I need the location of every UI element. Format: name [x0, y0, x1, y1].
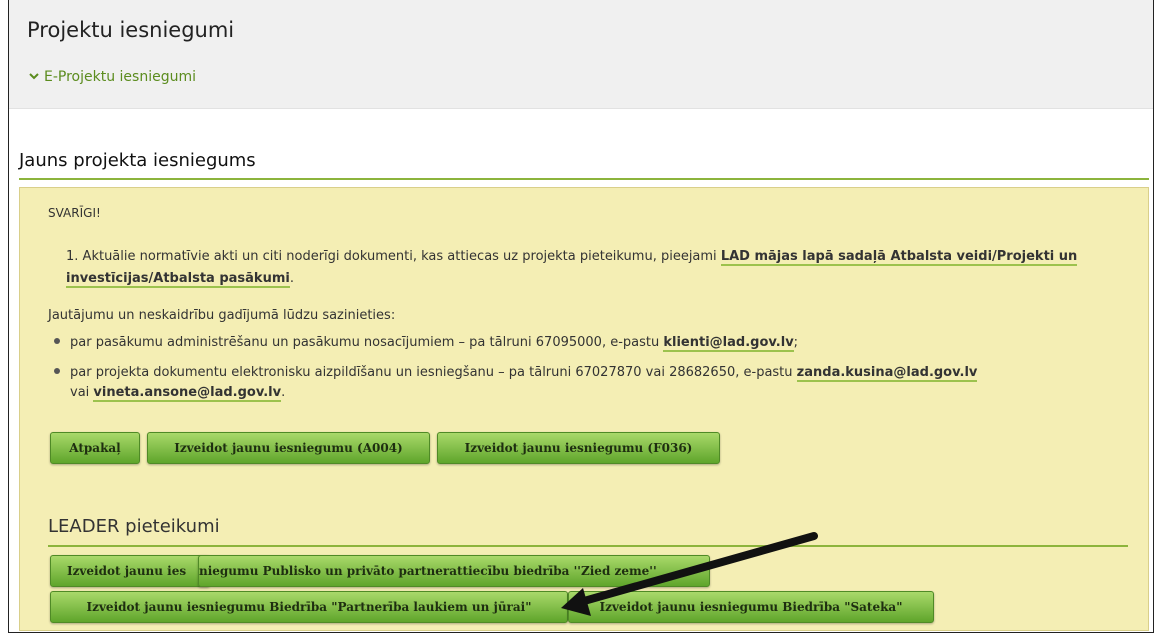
contact-intro: Jautājumu un neskaidrību gadījumā lūdzu …	[48, 308, 396, 323]
create-zied-zeme-button[interactable]: niegumu Publisko un privāto partnerattie…	[198, 555, 710, 587]
email-link-klienti[interactable]: klienti@lad.gov.lv	[663, 335, 794, 352]
section-divider	[19, 178, 1149, 180]
section-title: Jauns projekta iesniegums	[19, 150, 256, 171]
bullet-text: par pasākumu administrēšanu un pasākumu …	[70, 335, 660, 350]
page-title: Projektu iesniegumi	[27, 18, 235, 42]
important-label: SVARĪGI!	[48, 206, 101, 220]
list-item: par projekta dokumentu elektronisku aizp…	[54, 363, 1114, 403]
notice-box: SVARĪGI! 1. Aktuālie normatīvie akti un …	[19, 187, 1149, 631]
create-a004-button[interactable]: Izveidot jaunu iesniegumu (A004)	[147, 432, 430, 464]
chevron-down-icon	[29, 73, 39, 80]
list-number: 1.	[66, 249, 79, 264]
bullet-text: par projekta dokumentu elektronisku aizp…	[70, 365, 793, 380]
bullet-dot	[54, 368, 60, 374]
page-frame: Projektu iesniegumi E-Projektu iesniegum…	[8, 0, 1154, 633]
create-f036-button[interactable]: Izveidot jaunu iesniegumu (F036)	[437, 432, 720, 464]
email-link-vineta[interactable]: vineta.ansone@lad.gov.lv	[93, 385, 282, 402]
back-button[interactable]: Atpakaļ	[50, 432, 140, 464]
email-link-zanda[interactable]: zanda.kusina@lad.gov.lv	[796, 365, 978, 382]
bullet-dot	[54, 338, 60, 344]
create-sateka-button[interactable]: Izveidot jaunu iesniegumu Biedrība "Sate…	[568, 591, 934, 623]
list-item-end: .	[289, 271, 294, 286]
ordered-list-item: 1. Aktuālie normatīvie akti un citi node…	[66, 246, 1096, 290]
leader-divider	[48, 545, 1128, 547]
top-panel: Projektu iesniegumi E-Projektu iesniegum…	[9, 0, 1153, 109]
list-item: par pasākumu administrēšanu un pasākumu …	[54, 333, 1114, 353]
leader-title: LEADER pieteikumi	[48, 516, 220, 537]
e-projects-link-label: E-Projektu iesniegumi	[44, 69, 196, 85]
bullet-end: .	[281, 385, 286, 400]
e-projects-link[interactable]: E-Projektu iesniegumi	[28, 69, 196, 85]
bullet-or: vai	[70, 385, 90, 400]
create-zied-zeme-button-part[interactable]: Izveidot jaunu ies	[50, 555, 210, 587]
bullet-end: ;	[793, 335, 799, 350]
list-item-text: Aktuālie normatīvie akti un citi noderīg…	[82, 249, 717, 264]
create-partneriba-button[interactable]: Izveidot jaunu iesniegumu Biedrība "Part…	[50, 591, 568, 623]
